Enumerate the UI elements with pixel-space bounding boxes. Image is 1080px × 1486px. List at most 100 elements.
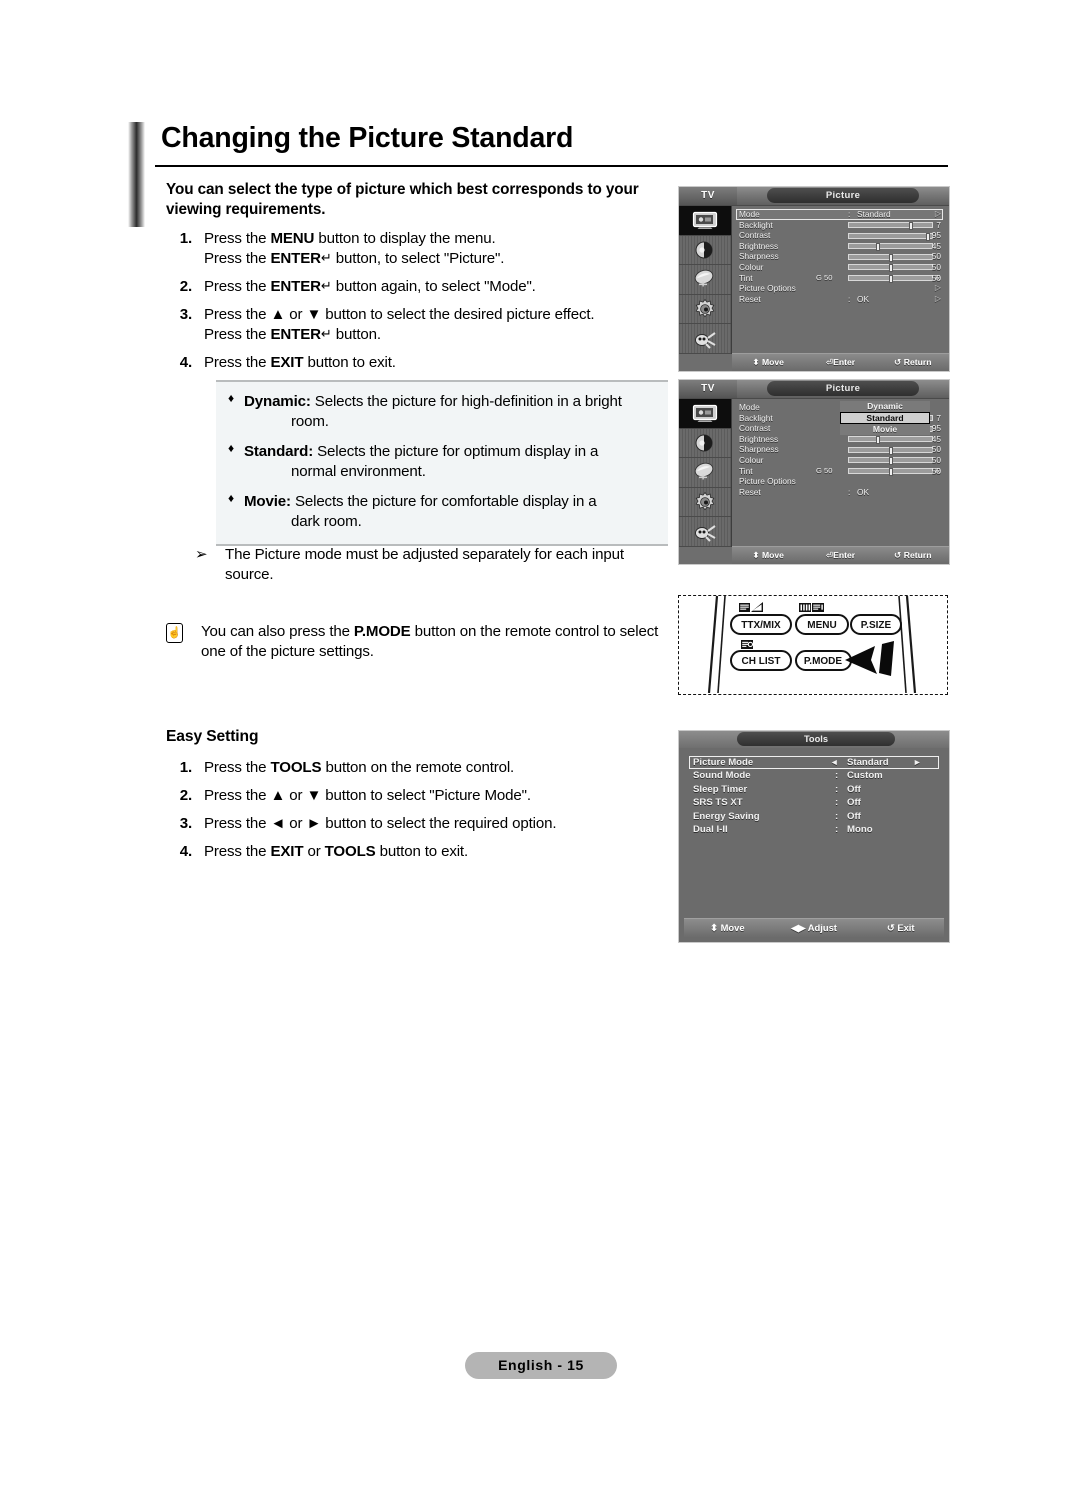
step-3: 3. Press the ▲ or ▼ button to select the…: [166, 305, 666, 345]
tint-slider[interactable]: [848, 275, 933, 284]
step-text-line2: Press the ENTER↵ button, to select "Pict…: [204, 250, 505, 268]
updown-arrow-icon: ⬍: [752, 358, 760, 368]
note-pmode: ☝ You can also press the P.MODE button o…: [166, 622, 666, 662]
osd-row-tint[interactable]: Tint G 50 R 50: [736, 466, 943, 477]
footer-move[interactable]: ⬍ Move: [732, 550, 804, 561]
dropdown-option-standard[interactable]: Standard: [840, 412, 930, 424]
osd-row-brightness[interactable]: Brightness 45: [736, 434, 943, 445]
row-colon: :: [848, 293, 851, 304]
left-arrow-icon[interactable]: ◄: [830, 756, 839, 769]
bullet-label: Standard:: [244, 443, 314, 461]
tools-row-sound-mode[interactable]: Sound Mode : Custom: [689, 769, 939, 782]
footer-exit[interactable]: ↺ Exit: [857, 922, 944, 934]
row-value: Custom: [847, 770, 883, 782]
row-label: Reset: [739, 486, 761, 497]
page-footer-badge: English - 15: [465, 1352, 617, 1379]
osd-row-backlight[interactable]: Backlight 7: [736, 220, 943, 231]
svg-text:MENU: MENU: [807, 620, 836, 631]
tools-row-energy-saving[interactable]: Energy Saving : Off: [689, 810, 939, 823]
enter-glyph-icon: ↵: [320, 327, 332, 343]
sidebar-item-picture[interactable]: [679, 399, 731, 429]
row-value: 7: [936, 412, 941, 423]
osd-title-bar: TV Picture: [679, 380, 949, 399]
svg-text:P.MODE: P.MODE: [804, 656, 842, 667]
backlight-slider[interactable]: [848, 222, 933, 231]
diamond-bullet-icon: ♦: [228, 391, 234, 405]
leftright-arrow-icon: ◀▶: [791, 922, 806, 933]
footer-enter[interactable]: ⏎Enter: [804, 550, 876, 561]
tools-row-sleep-timer[interactable]: Sleep Timer : Off: [689, 783, 939, 796]
osd-source-label: TV: [679, 380, 737, 398]
tint-slider[interactable]: [848, 468, 933, 477]
osd-row-picture-options[interactable]: Picture Options ▷: [736, 283, 943, 294]
osd-row-colour[interactable]: Colour 50: [736, 262, 943, 273]
tint-green-label: G 50: [816, 272, 833, 282]
right-arrow-icon[interactable]: ►: [913, 756, 922, 769]
sidebar-item-setup[interactable]: [679, 295, 731, 325]
row-label: Sound Mode: [693, 770, 751, 782]
sharpness-slider[interactable]: [848, 253, 933, 262]
step-text: Press the EXIT or TOOLS button to exit.: [204, 843, 469, 861]
tools-footer-bar: ⬍ Move ◀▶ Adjust ↺ Exit: [684, 918, 944, 937]
row-label: Backlight: [739, 219, 773, 230]
footer-adjust[interactable]: ◀▶ Adjust: [771, 922, 858, 934]
picture-mode-descriptions-box: ♦ Dynamic: Selects the picture for high-…: [216, 380, 668, 546]
dropdown-option-movie[interactable]: Movie: [840, 423, 930, 436]
intro-paragraph: You can select the type of picture which…: [166, 181, 639, 219]
osd-row-mode[interactable]: Mode : Standard ▷: [736, 209, 943, 220]
row-label: Dual I-II: [693, 823, 728, 835]
dropdown-option-dynamic[interactable]: Dynamic: [840, 401, 930, 413]
exit-icon: ↺: [886, 922, 895, 933]
osd-body: Mode : Standard ▷ Backlight 7 Contrast 9…: [679, 206, 949, 354]
sharpness-slider[interactable]: [848, 446, 933, 455]
osd-row-picture-options[interactable]: Picture Options: [736, 476, 943, 487]
sidebar-item-picture[interactable]: [679, 206, 731, 236]
row-value: 50: [931, 272, 941, 283]
sidebar-item-sound[interactable]: [679, 236, 731, 266]
bullet-continuation: dark room.: [291, 513, 362, 531]
step-text-line1: Press the MENU button to display the men…: [204, 230, 496, 248]
footer-move[interactable]: ⬍ Move: [684, 922, 771, 934]
arrow-bullet-icon: ➢: [195, 546, 208, 563]
sidebar-item-setup[interactable]: [679, 488, 731, 518]
step-2: 2. Press the ENTER↵ button again, to sel…: [166, 277, 666, 297]
osd-row-tint[interactable]: Tint G 50 R 50: [736, 273, 943, 284]
footer-enter[interactable]: ⏎Enter: [804, 357, 876, 368]
step-number: 1.: [179, 230, 192, 248]
row-label: Colour: [739, 261, 764, 272]
row-value: 50: [931, 261, 941, 272]
enter-glyph-icon: ↵: [320, 251, 332, 267]
brightness-slider[interactable]: [848, 436, 933, 445]
footer-return[interactable]: ↺ Return: [877, 550, 949, 561]
footer-return[interactable]: ↺ Return: [877, 357, 949, 368]
tools-title-bar: Tools: [679, 731, 949, 748]
row-label: Tint: [739, 272, 753, 283]
tools-row-picture-mode[interactable]: Picture Mode ◄ Standard ►: [689, 756, 939, 770]
footer-move[interactable]: ⬍ Move: [732, 357, 804, 368]
osd-row-colour[interactable]: Colour 50: [736, 455, 943, 466]
tools-row-dual-i-ii[interactable]: Dual I-II : Mono: [689, 823, 939, 836]
easy-step-3: 3. Press the ◄ or ► button to select the…: [166, 814, 666, 834]
sidebar-item-channel[interactable]: [679, 265, 731, 295]
row-label: Brightness: [739, 240, 779, 251]
osd-row-contrast[interactable]: Contrast 95: [736, 230, 943, 241]
easy-step-1: 1. Press the TOOLS button on the remote …: [166, 758, 666, 778]
tools-row-srs-ts-xt[interactable]: SRS TS XT : Off: [689, 796, 939, 809]
return-icon: ↺: [894, 551, 902, 561]
osd-row-sharpness[interactable]: Sharpness 50: [736, 251, 943, 262]
osd-row-sharpness[interactable]: Sharpness 50: [736, 444, 943, 455]
colour-slider[interactable]: [848, 264, 933, 273]
osd-row-reset[interactable]: Reset : OK ▷: [736, 294, 943, 305]
sidebar-item-sound[interactable]: [679, 429, 731, 459]
sidebar-item-input[interactable]: [679, 517, 731, 547]
row-value: 50: [931, 454, 941, 465]
sidebar-item-channel[interactable]: [679, 458, 731, 488]
brightness-slider[interactable]: [848, 243, 933, 252]
step-text-line1: Press the EXIT button to exit.: [204, 354, 396, 372]
osd-row-reset[interactable]: Reset : OK: [736, 487, 943, 498]
contrast-slider[interactable]: [848, 232, 933, 241]
sidebar-item-input[interactable]: [679, 324, 731, 354]
osd-row-brightness[interactable]: Brightness 45: [736, 241, 943, 252]
colour-slider[interactable]: [848, 457, 933, 466]
row-label: Sleep Timer: [693, 783, 748, 795]
